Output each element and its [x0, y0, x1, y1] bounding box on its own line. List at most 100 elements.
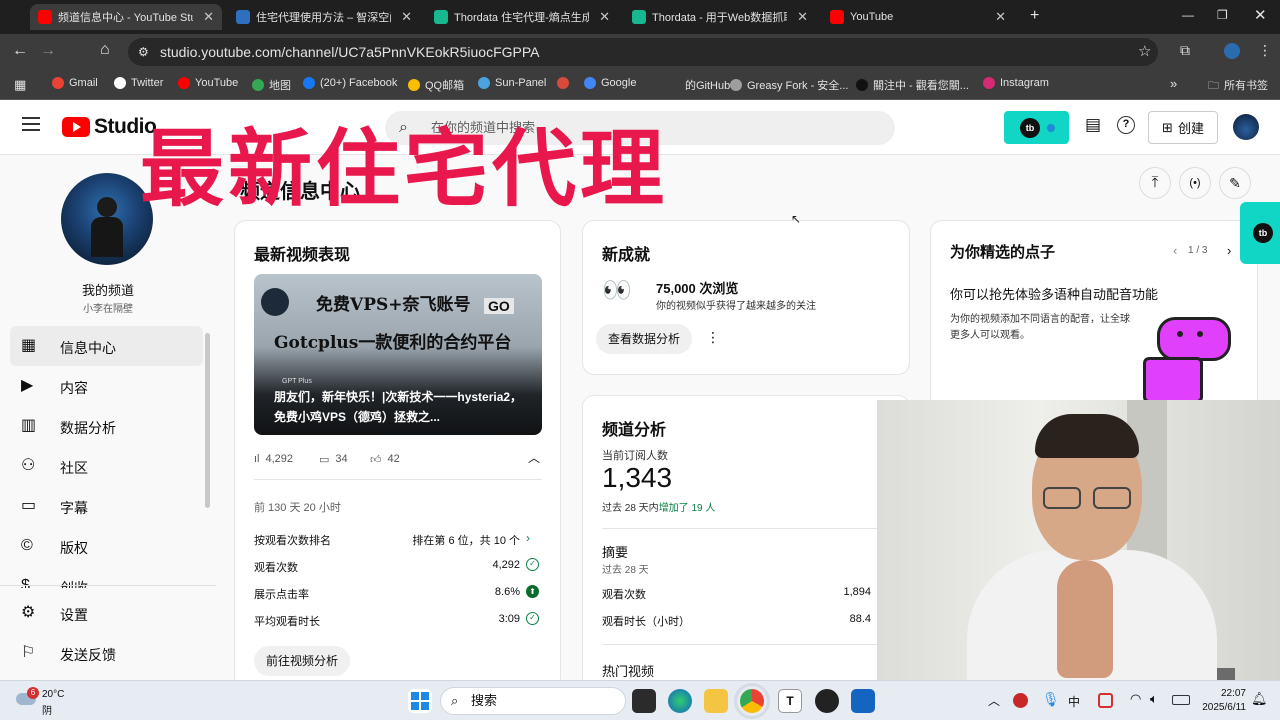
- video-stat-label: 按观看次数排名: [254, 535, 331, 547]
- views-stat: ıl 4,292: [254, 453, 293, 465]
- wifi-icon[interactable]: ◠: [1130, 691, 1141, 707]
- bookmark-item[interactable]: Google: [584, 77, 636, 89]
- bookmark-item[interactable]: 的GitHub: [668, 77, 730, 93]
- taskbar-search[interactable]: ⌕ 搜索: [440, 687, 626, 715]
- sidebar-item[interactable]: ⚐ 发送反馈: [10, 633, 203, 673]
- bookmark-item[interactable]: Sun-Panel: [478, 77, 546, 89]
- bookmark-item[interactable]: Gmail: [52, 77, 98, 89]
- bookmark-star-icon[interactable]: ☆: [1138, 42, 1151, 60]
- channel-name[interactable]: 我的频道: [0, 280, 216, 299]
- chevron-right-icon[interactable]: ›: [526, 531, 530, 545]
- browser-tab[interactable]: Thordata - 用于Web数据抓取 ✕: [624, 4, 816, 30]
- browser-tab[interactable]: YouTube ✕: [822, 4, 1014, 30]
- bookmark-item[interactable]: Instagram: [983, 77, 1049, 89]
- tray-red-icon[interactable]: [1098, 693, 1113, 708]
- ime-indicator[interactable]: 中: [1068, 693, 1080, 710]
- bookmark-item[interactable]: [557, 77, 574, 89]
- file-explorer-icon[interactable]: [704, 689, 728, 713]
- help-icon[interactable]: ?: [1117, 116, 1135, 134]
- more-bookmarks-icon[interactable]: »: [1170, 76, 1177, 91]
- chrome-icon[interactable]: [734, 683, 770, 719]
- bookmark-item[interactable]: 地图: [252, 77, 291, 93]
- notifications-icon[interactable]: 🔔︎: [1251, 691, 1268, 707]
- account-avatar[interactable]: [1233, 114, 1259, 140]
- video-stat-label: 展示点击率: [254, 589, 309, 601]
- tray-overflow-icon[interactable]: ︿: [988, 692, 1000, 709]
- forward-icon[interactable]: →: [40, 42, 56, 60]
- minimize-button[interactable]: —: [1182, 8, 1194, 22]
- tab-title: 住宅代理使用方法 – 智深空间: [256, 12, 392, 24]
- close-tab-icon[interactable]: ✕: [599, 9, 610, 25]
- weather-widget[interactable]: 6 20°C 阴: [14, 687, 74, 717]
- bookmark-item[interactable]: QQ邮箱: [408, 77, 464, 93]
- sidebar-item[interactable]: ▥ 数据分析: [10, 406, 203, 446]
- upload-icon[interactable]: ⤒: [1139, 167, 1171, 199]
- tab-title: 频道信息中心 - YouTube Studi: [58, 12, 194, 24]
- tubebuddy-button[interactable]: tb: [1004, 111, 1069, 144]
- new-tab-button[interactable]: +: [1030, 7, 1039, 25]
- sidebar-item[interactable]: ▭ 字幕: [10, 486, 203, 526]
- bookmark-item[interactable]: Greasy Fork - 安全...: [730, 77, 848, 93]
- tray-app-icon[interactable]: [1013, 693, 1028, 708]
- video-analytics-button[interactable]: 前往视频分析: [254, 646, 350, 676]
- bookmark-label: Sun-Panel: [495, 77, 547, 89]
- create-post-icon[interactable]: ✎: [1219, 167, 1251, 199]
- collapse-chevron-icon[interactable]: ︿: [528, 449, 540, 466]
- vscode-icon[interactable]: [851, 689, 875, 713]
- close-tab-icon[interactable]: ✕: [203, 9, 214, 25]
- sidebar-item[interactable]: ▦ 信息中心: [10, 326, 203, 366]
- browser-tab[interactable]: Thordata 住宅代理-熵点生成器 ✕: [426, 4, 618, 30]
- tubebuddy-side-tab[interactable]: tb: [1240, 202, 1280, 264]
- bookmarks-bar: ▦ Gmail Twitter YouTube 地图 (20+) Facebook QQ邮…: [0, 70, 1280, 100]
- sidebar-item[interactable]: ▶ 内容: [10, 366, 203, 406]
- bookmark-item[interactable]: YouTube: [178, 77, 238, 89]
- edge-icon[interactable]: [668, 689, 692, 713]
- extensions-icon[interactable]: ⧉: [1180, 42, 1190, 59]
- sidebar-item-label: 发送反馈: [60, 647, 116, 663]
- microphone-icon[interactable]: 🎙︎: [1042, 691, 1060, 708]
- clock-time[interactable]: 22:07: [1196, 688, 1246, 699]
- menu-icon[interactable]: ⋮: [1258, 42, 1272, 59]
- messages-icon[interactable]: ▤: [1085, 115, 1101, 135]
- url-input[interactable]: ⚙ studio.youtube.com/channel/UC7a5PnnVKE…: [128, 38, 1158, 66]
- bookmark-item[interactable]: 關注中 - 觀看您關...: [856, 77, 969, 93]
- close-window-button[interactable]: ✕: [1254, 6, 1267, 24]
- browser-tab-bar: 频道信息中心 - YouTube Studi ✕ 住宅代理使用方法 – 智深空间 ✕ T…: [0, 0, 1280, 34]
- ideas-heading: 为你精选的点子: [950, 244, 1056, 261]
- task-view-icon[interactable]: [632, 689, 656, 713]
- prev-idea-icon[interactable]: ‹: [1173, 243, 1177, 258]
- sidebar-item[interactable]: ⚇ 社区: [10, 446, 203, 486]
- sidebar-item[interactable]: ⚙ 设置: [10, 593, 203, 633]
- live-icon[interactable]: (•): [1179, 167, 1211, 199]
- close-tab-icon[interactable]: ✕: [995, 9, 1006, 25]
- all-bookmarks[interactable]: 🗀 所有书签: [1208, 77, 1268, 96]
- close-tab-icon[interactable]: ✕: [797, 9, 808, 25]
- back-icon[interactable]: ←: [12, 42, 28, 60]
- sidebar-item[interactable]: © 版权: [10, 526, 203, 566]
- apps-icon[interactable]: ▦: [14, 77, 26, 93]
- bookmark-item[interactable]: Twitter: [114, 77, 163, 89]
- close-tab-icon[interactable]: ✕: [401, 9, 412, 25]
- next-idea-icon[interactable]: ›: [1227, 243, 1231, 258]
- video-title[interactable]: 朋友们，新年快乐！|次新技术一一hysteria2，免费小鸡VPS（德鸡）拯救之…: [274, 387, 532, 427]
- typora-icon[interactable]: T: [778, 689, 802, 713]
- bookmark-item[interactable]: (20+) Facebook: [303, 77, 397, 89]
- battery-icon[interactable]: [1172, 695, 1190, 705]
- browser-tab[interactable]: 频道信息中心 - YouTube Studi ✕: [30, 4, 222, 30]
- video-thumbnail[interactable]: 免费VPS+奈飞账号 GO Gotcplus一款便利的合约平台 GPT Plus…: [254, 274, 542, 435]
- home-icon[interactable]: ⌂: [100, 41, 110, 59]
- site-settings-icon[interactable]: ⚙: [138, 38, 149, 66]
- sidebar-scrollbar[interactable]: [205, 333, 210, 508]
- more-options-icon[interactable]: ⋮: [706, 329, 720, 346]
- subs-change-prefix: 过去 28 天内: [602, 503, 659, 514]
- clock-date[interactable]: 2025/6/11: [1190, 702, 1246, 713]
- view-analytics-button[interactable]: 查看数据分析: [596, 324, 692, 354]
- obs-icon[interactable]: [815, 689, 839, 713]
- profile-avatar[interactable]: [1224, 43, 1240, 59]
- browser-tab[interactable]: 住宅代理使用方法 – 智深空间 ✕: [228, 4, 420, 30]
- create-button[interactable]: ⊞ 创建: [1148, 111, 1218, 144]
- windows-start-icon[interactable]: [408, 689, 432, 713]
- volume-icon[interactable]: 🔈︎: [1150, 691, 1158, 707]
- hamburger-menu-icon[interactable]: [22, 117, 40, 131]
- restore-button[interactable]: ❐: [1217, 8, 1228, 22]
